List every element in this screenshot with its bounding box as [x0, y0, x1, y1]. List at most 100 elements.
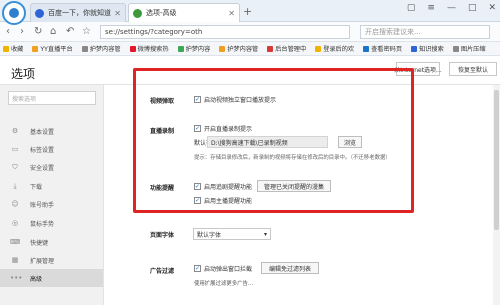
- sidebar-item-basic[interactable]: ⚙ 基本设置: [0, 122, 103, 140]
- extension-icon: ▦: [11, 256, 19, 264]
- close-icon[interactable]: ✕: [228, 9, 235, 18]
- address-url[interactable]: se://settings/?category=oth: [105, 28, 202, 36]
- sidebar-item-mouse-gesture[interactable]: ◎ 鼠标手势: [0, 214, 103, 232]
- sidebar-item-extensions[interactable]: ▦ 扩展管理: [0, 251, 103, 269]
- mouse-gesture-icon: ◎: [11, 219, 19, 227]
- drama-reminder-checkbox[interactable]: ✓ 启用追剧提醒功能: [194, 182, 252, 191]
- sidebar-item-label: 安全设置: [30, 164, 55, 172]
- sidebar-item-label: 基本设置: [30, 128, 55, 136]
- sidebar-item-label: 扩展管理: [30, 257, 55, 265]
- ad-filter-section-label: 广告过滤: [150, 268, 175, 275]
- checkbox-checked-icon[interactable]: ✓: [194, 125, 201, 132]
- page-title: 选项: [11, 67, 36, 81]
- sidebar: 搜索选项 ⚙ 基本设置 ▭ 标签设置 ⛉ 安全设置 ⤓ 下载 ☺ 账号助手 ◎ 鼠标手势 ⌨…: [0, 85, 104, 305]
- home-icon[interactable]: ⌂: [50, 26, 56, 37]
- bookmark-item[interactable]: 护梦内容管: [81, 44, 121, 53]
- import-ie-options-button[interactable]: 从Internet选项...: [394, 62, 442, 76]
- address-bar[interactable]: se://settings/?category=oth: [100, 25, 350, 39]
- bookmark-item[interactable]: 收藏: [3, 44, 23, 53]
- download-dir-field[interactable]: D:\搜狗高速下载\已录制视频: [207, 136, 328, 148]
- undo-icon[interactable]: ↶: [66, 26, 74, 37]
- font-select[interactable]: 默认字体 ▾: [193, 228, 271, 240]
- account-icon: ☺: [11, 200, 19, 208]
- bookmark-label: 护梦内容: [185, 46, 211, 53]
- checkbox-label: 启用主播提醒功能: [204, 198, 253, 205]
- bookmark-label: 查看密码页: [371, 46, 403, 53]
- sidebar-item-download[interactable]: ⤓ 下载: [0, 177, 103, 195]
- options-search-input[interactable]: 搜索选项: [8, 91, 96, 105]
- download-icon: ⤓: [13, 181, 17, 190]
- bookmark-favicon-icon: [452, 45, 459, 52]
- browser-logo-icon[interactable]: [2, 1, 26, 25]
- close-icon[interactable]: ✕: [114, 9, 121, 18]
- back-icon[interactable]: ‹: [6, 26, 10, 37]
- sidebar-item-shortcuts[interactable]: ⌨ 快捷键: [0, 233, 103, 251]
- options-search-placeholder: 搜索选项: [12, 95, 37, 103]
- maximize-icon[interactable]: □: [468, 3, 477, 13]
- bookmark-label: 收藏: [11, 46, 24, 53]
- new-tab-icon[interactable]: +: [243, 5, 252, 18]
- edit-whitelist-button[interactable]: 编辑免过滤列表: [261, 262, 319, 274]
- bookmark-item[interactable]: 登录后的欢: [315, 44, 354, 53]
- sidebar-item-label: 高级: [30, 275, 43, 283]
- more-icon: •••: [10, 274, 23, 282]
- window-controls: ▢ ≡ — □ ✕: [407, 3, 496, 13]
- baidu-paw-icon: [35, 8, 44, 18]
- search-input[interactable]: 开启搜索建议来...: [360, 25, 490, 39]
- minimize-icon[interactable]: —: [447, 3, 456, 13]
- bookmark-label: 微博搜索热: [137, 46, 169, 53]
- feature-reminder-section-label: 功能提醒: [150, 185, 175, 192]
- bookmark-favicon-icon: [81, 45, 88, 52]
- manage-closed-reminders-button[interactable]: 管理已关闭提醒的漫集: [257, 180, 331, 192]
- download-dir-value: D:\搜狗高速下载\已录制视频: [211, 139, 288, 147]
- video-popup-checkbox[interactable]: ✓ 启动视频独立窗口播放提示: [194, 95, 276, 104]
- checkbox-checked-icon[interactable]: ✓: [194, 183, 201, 190]
- popup-block-checkbox[interactable]: ✓ 启动弹出窗口拦截: [194, 264, 252, 273]
- menu-icon[interactable]: ≡: [427, 3, 435, 13]
- restore-defaults-button[interactable]: 恢复至默认: [449, 62, 497, 76]
- bookmark-item[interactable]: 护梦内容: [177, 44, 211, 53]
- sidebar-item-account[interactable]: ☺ 账号助手: [0, 195, 103, 213]
- checkbox-checked-icon[interactable]: ✓: [194, 265, 201, 272]
- streamer-reminder-checkbox[interactable]: ✓ 启用主播提醒功能: [194, 196, 252, 205]
- checkbox-checked-icon[interactable]: ✓: [194, 197, 201, 204]
- tab-settings-advanced[interactable]: 选项-高级 ✕: [128, 3, 240, 22]
- sidebar-item-security[interactable]: ⛉ 安全设置: [0, 158, 103, 176]
- close-window-icon[interactable]: ✕: [488, 3, 496, 13]
- scrollbar-thumb[interactable]: [494, 90, 499, 230]
- forward-icon[interactable]: ›: [20, 26, 24, 37]
- bookmark-label: 知识搜索: [419, 46, 444, 53]
- chevron-down-icon: ▾: [263, 230, 267, 238]
- gear-icon: ⚙: [11, 127, 19, 135]
- sidebar-item-tabs[interactable]: ▭ 标签设置: [0, 140, 103, 158]
- bookmark-item[interactable]: YY直播平台: [32, 44, 73, 53]
- bookmark-favicon-icon: [411, 45, 418, 52]
- gear-icon: [133, 8, 142, 18]
- sidebar-item-label: 下载: [30, 183, 43, 191]
- sidebar-item-advanced[interactable]: ••• 高级: [0, 269, 103, 287]
- bookmark-label: 护梦内容管: [89, 46, 121, 53]
- browse-button[interactable]: 浏览: [338, 136, 362, 148]
- live-record-section-label: 直播录制: [150, 128, 175, 135]
- checkbox-checked-icon[interactable]: ✓: [194, 96, 201, 103]
- tab-label: 选项-高级: [146, 9, 177, 17]
- bookmark-label: 后台管理中: [275, 46, 307, 53]
- page-font-section-label: 页面字体: [150, 232, 175, 239]
- bookmark-label: 护梦内容管: [227, 46, 259, 53]
- bookmark-item[interactable]: 护梦内容管: [219, 44, 258, 53]
- bookmark-item[interactable]: 图片压缩: [452, 44, 486, 53]
- bookmark-item[interactable]: 微博搜索热: [129, 44, 169, 53]
- sidebar-item-label: 鼠标手势: [30, 220, 55, 228]
- font-select-value: 默认字体: [197, 231, 222, 239]
- skin-icon[interactable]: ▢: [407, 3, 416, 13]
- reload-icon[interactable]: ↻: [34, 26, 42, 37]
- bookmark-favicon-icon: [177, 45, 184, 52]
- bookmark-favicon-icon: [267, 45, 274, 52]
- bookmark-item[interactable]: 知识搜索: [411, 44, 444, 53]
- bookmark-item[interactable]: 查看密码页: [363, 44, 402, 53]
- live-record-tip-checkbox[interactable]: ✓ 开启直播录制提示: [194, 124, 252, 133]
- checkbox-label: 启动视频独立窗口播放提示: [204, 97, 277, 104]
- star-icon[interactable]: ☆: [82, 26, 91, 37]
- bookmark-item[interactable]: 后台管理中: [267, 44, 306, 53]
- tab-baidu[interactable]: 百度一下，你就知道 ✕: [30, 3, 126, 22]
